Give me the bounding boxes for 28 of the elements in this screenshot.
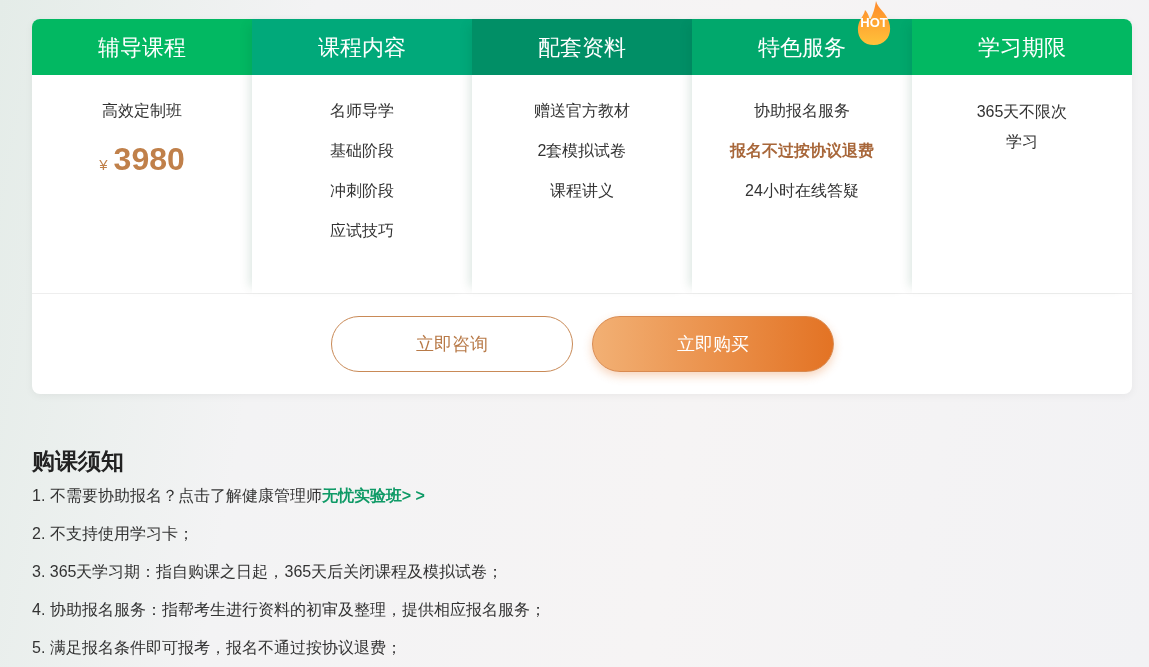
- column-header: 学习期限: [912, 19, 1132, 75]
- notice-title: 购课须知: [32, 447, 125, 476]
- feature-text: 冲刺阶段: [330, 181, 394, 201]
- feature-text: 课程讲义: [550, 181, 614, 201]
- feature-text: 24小时在线答疑: [745, 181, 859, 201]
- notice-link[interactable]: 无忧实验班> >: [321, 486, 425, 504]
- notice-item: 2. 不支持使用学习卡；: [32, 523, 195, 544]
- notice-item: 4. 协助报名服务：指帮考生进行资料的初审及整理，提供相应报名服务；: [32, 599, 547, 620]
- buy-button[interactable]: 立即购买: [591, 316, 834, 372]
- feature-text: 基础阶段: [330, 141, 394, 161]
- feature-text: 2套模拟试卷: [537, 141, 627, 161]
- price-amount: 3980: [113, 141, 185, 177]
- column-header: 配套资料: [472, 19, 692, 75]
- notice-item: 5. 满足报名条件即可报考，报名不通过按协议退费；: [32, 637, 403, 658]
- feature-text: 应试技巧: [330, 221, 394, 241]
- notice-item: 1. 不需要协助报名？点击了解健康管理师无忧实验班> >: [32, 485, 426, 506]
- feature-text: 协助报名服务: [754, 101, 850, 121]
- feature-text: 报名不过按协议退费: [730, 141, 874, 161]
- notice-item: 3. 365天学习期：指自购课之日起，365天后关闭课程及模拟试卷；: [32, 561, 505, 582]
- column-header: 辅导课程: [32, 19, 252, 75]
- consult-button[interactable]: 立即咨询: [330, 316, 573, 372]
- hot-badge: HOT: [856, 0, 892, 46]
- currency-symbol: ¥: [99, 156, 108, 173]
- column-header: 课程内容: [252, 19, 472, 75]
- feature-text: 365天不限次学习: [976, 102, 1068, 152]
- feature-text: 高效定制班: [102, 101, 182, 121]
- feature-text: 名师导学: [330, 101, 394, 121]
- feature-text: 赠送官方教材: [534, 101, 630, 121]
